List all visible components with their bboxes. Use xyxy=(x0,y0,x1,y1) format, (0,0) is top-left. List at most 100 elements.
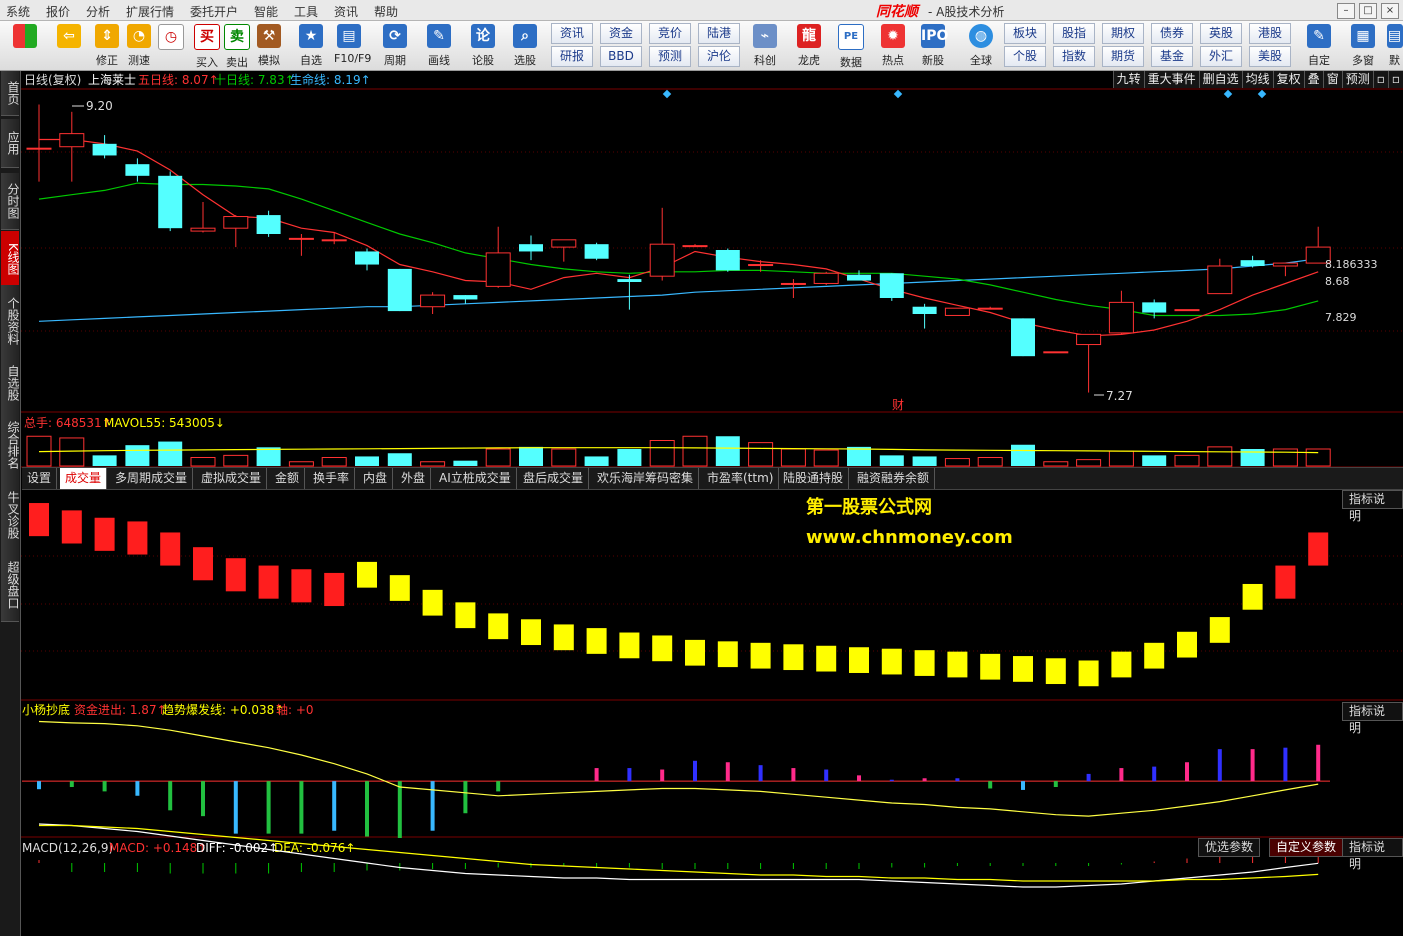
volume-bar xyxy=(879,455,904,466)
tab-virtual-volume[interactable]: 虚拟成交量 xyxy=(196,468,268,489)
fund-bar xyxy=(1021,781,1025,790)
tab-indicator-bar xyxy=(1275,565,1296,599)
volume-bar xyxy=(485,448,511,467)
tab-indicator-bar xyxy=(1111,651,1132,678)
fund-bar xyxy=(988,781,993,789)
right-label-1: 8.186333 xyxy=(1325,258,1378,271)
volume-bar xyxy=(1043,461,1069,467)
volume-bar xyxy=(1076,459,1102,467)
tab-inner[interactable]: 内盘 xyxy=(358,468,394,489)
macd-preferred-params[interactable]: 优选参数 xyxy=(1198,838,1261,857)
volume-bar xyxy=(158,441,183,466)
fund-bar xyxy=(37,781,41,790)
candle-body xyxy=(682,245,708,248)
ma5-label: 五日线: 8.07↑ xyxy=(138,73,219,87)
fund-bar xyxy=(824,769,829,782)
volume-bar xyxy=(59,437,85,467)
explain-button-2[interactable]: 指标说明 xyxy=(1342,702,1403,735)
watermark-title: 第一股票公式网 xyxy=(806,497,932,518)
tab-indicator-bar xyxy=(29,503,49,537)
tab-indicator-bar xyxy=(1242,583,1263,610)
candle-body xyxy=(584,244,609,259)
candle-body xyxy=(453,295,478,300)
tab-after-hours[interactable]: 盘后成交量 xyxy=(518,468,590,489)
tab-indicator-bar xyxy=(422,589,443,616)
ind2-axis-label: 轴: +0 xyxy=(276,702,314,717)
candle-body xyxy=(158,175,183,229)
tab-ai-volume[interactable]: AI立桩成交量 xyxy=(434,468,517,489)
candle-body xyxy=(551,239,577,248)
candle-body xyxy=(1174,309,1200,312)
tab-multi-volume[interactable]: 多周期成交量 xyxy=(110,468,194,489)
watermark-url: www.chnmoney.com xyxy=(806,527,1013,548)
macd-explain-button[interactable]: 指标说明 xyxy=(1342,838,1403,871)
fund-bar xyxy=(725,762,730,782)
volume-bar xyxy=(420,461,446,467)
fund-bar xyxy=(135,781,140,796)
tab-volume[interactable]: 成交量 xyxy=(60,468,108,489)
fund-bar xyxy=(1250,749,1255,782)
candle-body xyxy=(879,273,904,298)
volume-bar xyxy=(682,435,708,467)
tab-indicator-bar xyxy=(750,642,771,669)
volume-bar xyxy=(617,449,642,466)
fund-bar xyxy=(791,768,796,782)
trend-line-path xyxy=(38,720,1319,817)
tab-amount[interactable]: 金额 xyxy=(270,468,306,489)
tab-indicator-bar xyxy=(586,628,607,654)
low-price-label: 7.27 xyxy=(1106,389,1133,403)
tab-indicator-bar xyxy=(717,641,738,668)
volume-bar xyxy=(92,455,117,466)
diff-line xyxy=(38,823,1319,888)
volume-bar xyxy=(748,442,774,467)
tab-turnover[interactable]: 换手率 xyxy=(308,468,356,489)
tab-indicator-bars xyxy=(29,503,1329,687)
volume-bar xyxy=(190,457,216,467)
ind2-fund-label: 资金进出: 1.87↑ xyxy=(74,702,167,717)
fund-bar xyxy=(889,779,894,782)
macd-custom-params[interactable]: 自定义参数 xyxy=(1269,838,1344,857)
tab-indicator-bar xyxy=(258,565,279,599)
tab-indicator-bar xyxy=(849,647,869,673)
fund-bar xyxy=(922,778,927,782)
fund-bar xyxy=(1217,749,1222,782)
tab-pe-ttm[interactable]: 市盈率(ttm) xyxy=(702,468,780,489)
volume-bar xyxy=(288,461,314,467)
event-marker xyxy=(662,89,672,99)
candle-body xyxy=(1043,351,1069,354)
tab-indicator-bar xyxy=(389,575,410,601)
tab-hk-holding[interactable]: 陆股通持股 xyxy=(778,468,850,489)
tab-indicator-bar xyxy=(1308,532,1329,566)
fund-bar xyxy=(102,781,107,792)
tab-margin[interactable]: 融资融券余额 xyxy=(852,468,936,489)
candle-body xyxy=(912,306,937,314)
tab-indicator-bar xyxy=(225,558,246,592)
tab-indicator-bar xyxy=(357,561,377,588)
tab-chip-density[interactable]: 欢乐海岸筹码密集 xyxy=(592,468,700,489)
right-label-2: 8.68 xyxy=(1325,275,1350,288)
fund-bar xyxy=(1119,768,1124,782)
volume-bar xyxy=(551,448,577,467)
candle-body xyxy=(1207,265,1233,295)
explain-button-1[interactable]: 指标说明 xyxy=(1342,490,1403,523)
life-line-label: 生命线: 8.19↑ xyxy=(290,72,371,87)
tab-indicator-bar xyxy=(94,517,115,551)
volume-bar xyxy=(649,440,675,467)
volume-bar xyxy=(321,457,347,467)
stock-name: 上海莱士 xyxy=(88,72,136,87)
tab-indicator-bar xyxy=(553,624,574,651)
tab-outer[interactable]: 外盘 xyxy=(396,468,432,489)
tab-indicator-bar xyxy=(652,635,673,662)
tab-indicator-bar xyxy=(488,613,509,640)
tab-indicator-bar xyxy=(619,632,640,659)
fund-bar xyxy=(266,781,271,834)
candle-body xyxy=(1011,318,1035,357)
tab-settings[interactable]: 设置 xyxy=(22,468,58,489)
candle-body xyxy=(813,272,839,284)
tab-indicator-bar xyxy=(455,602,476,629)
candle-body xyxy=(125,164,150,176)
candles xyxy=(26,104,1331,396)
tab-indicator-bar xyxy=(61,510,82,544)
candle-body xyxy=(1142,302,1167,313)
fund-bar xyxy=(168,781,173,811)
